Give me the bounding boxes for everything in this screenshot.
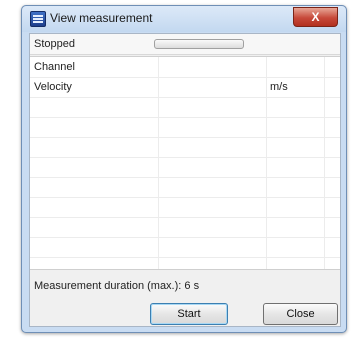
empty-row: [30, 237, 340, 258]
status-bar: Stopped: [30, 34, 340, 55]
column-header-channel: Channel: [34, 61, 75, 73]
window-title: View measurement: [50, 11, 153, 25]
empty-row: [30, 157, 340, 178]
table-row[interactable]: Velocity m/s: [30, 77, 340, 98]
status-text: Stopped: [34, 38, 75, 50]
empty-row: [30, 197, 340, 218]
start-button[interactable]: Start: [150, 303, 228, 325]
empty-row: [30, 137, 340, 158]
progress-bar: [154, 39, 244, 49]
empty-row: [30, 97, 340, 118]
empty-row: [30, 217, 340, 238]
title-bar[interactable]: View measurement X: [22, 6, 346, 32]
app-icon: [30, 11, 46, 27]
close-window-button[interactable]: X: [293, 7, 338, 27]
measurement-duration-label: Measurement duration (max.): 6 s: [34, 280, 200, 292]
channel-table: Channel Velocity m/s: [30, 56, 340, 270]
empty-row: [30, 177, 340, 198]
table-header-row: Channel: [30, 57, 340, 78]
channel-name-cell: Velocity: [34, 81, 72, 93]
view-measurement-window: View measurement X Stopped Channel Veloc…: [21, 5, 347, 333]
empty-row: [30, 117, 340, 138]
unit-cell: m/s: [270, 81, 288, 93]
close-button[interactable]: Close: [263, 303, 338, 325]
dialog-body: Stopped Channel Velocity m/s Measurement…: [29, 33, 341, 327]
